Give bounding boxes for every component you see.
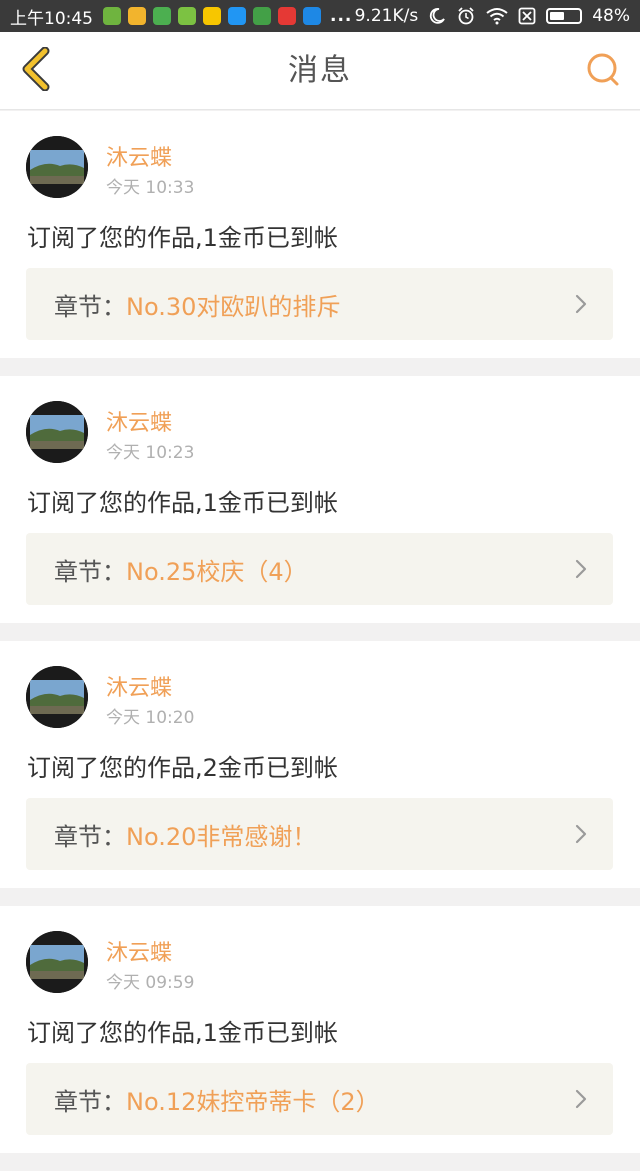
message-card: 沐云蝶 今天 10:23 订阅了您的作品,1金币已到帐 章节： No.25校庆（… bbox=[0, 376, 640, 623]
avatar[interactable] bbox=[26, 931, 88, 993]
chapter-title: No.25校庆（4） bbox=[126, 557, 308, 586]
chevron-right-icon bbox=[573, 557, 589, 581]
chapter-title: No.20非常感谢！ bbox=[126, 822, 317, 851]
message-time: 今天 10:23 bbox=[106, 443, 195, 463]
no-sim-icon bbox=[518, 7, 536, 25]
username[interactable]: 沐云蝶 bbox=[106, 140, 172, 172]
more-notifications: ... bbox=[330, 6, 353, 26]
battery-icon bbox=[546, 8, 583, 24]
chapter-link[interactable]: 章节： No.25校庆（4） bbox=[26, 533, 613, 605]
avatar[interactable] bbox=[26, 666, 88, 728]
message-time: 今天 10:33 bbox=[106, 178, 195, 198]
news-app-icon bbox=[278, 7, 296, 25]
message-card: 沐云蝶 今天 09:59 订阅了您的作品,1金币已到帐 章节： No.12妹控帝… bbox=[0, 906, 640, 1153]
chapter-label: 章节： bbox=[54, 1087, 126, 1116]
battery-percent: 48% bbox=[592, 6, 630, 26]
book-app-icon bbox=[153, 7, 171, 25]
moon-icon bbox=[428, 7, 446, 25]
chapter-label: 章节： bbox=[54, 292, 126, 321]
chat-app-icon bbox=[178, 7, 196, 25]
browser-app-icon bbox=[228, 7, 246, 25]
wifi-icon bbox=[486, 7, 508, 25]
username[interactable]: 沐云蝶 bbox=[106, 405, 172, 437]
message-text: 订阅了您的作品,1金币已到帐 bbox=[27, 1019, 338, 1047]
chevron-right-icon bbox=[573, 822, 589, 846]
username[interactable]: 沐云蝶 bbox=[106, 935, 172, 967]
message-text: 订阅了您的作品,2金币已到帐 bbox=[27, 754, 338, 782]
message-time: 今天 09:59 bbox=[106, 973, 195, 993]
ebook-app-icon bbox=[253, 7, 271, 25]
navigation-bar: 消息 bbox=[0, 32, 640, 110]
chapter-label: 章节： bbox=[54, 557, 126, 586]
message-text: 订阅了您的作品,1金币已到帐 bbox=[27, 224, 338, 252]
message-card: 沐云蝶 今天 10:33 订阅了您的作品,1金币已到帐 章节： No.30对欧趴… bbox=[0, 111, 640, 358]
search-button[interactable] bbox=[582, 50, 626, 94]
message-card: 沐云蝶 今天 10:20 订阅了您的作品,2金币已到帐 章节： No.20非常感… bbox=[0, 641, 640, 888]
message-time: 今天 10:20 bbox=[106, 708, 195, 728]
avatar[interactable] bbox=[26, 136, 88, 198]
network-speed: 9.21K/s bbox=[354, 6, 419, 26]
chapter-link[interactable]: 章节： No.12妹控帝蒂卡（2） bbox=[26, 1063, 613, 1135]
message-text: 订阅了您的作品,1金币已到帐 bbox=[27, 489, 338, 517]
chevron-right-icon bbox=[573, 1087, 589, 1111]
username[interactable]: 沐云蝶 bbox=[106, 670, 172, 702]
qr-app-icon bbox=[128, 7, 146, 25]
chapter-title: No.12妹控帝蒂卡（2） bbox=[126, 1087, 380, 1116]
page-title: 消息 bbox=[288, 53, 352, 88]
message-list: 沐云蝶 今天 10:33 订阅了您的作品,1金币已到帐 章节： No.30对欧趴… bbox=[0, 111, 640, 1171]
chapter-label: 章节： bbox=[54, 822, 126, 851]
chapter-link[interactable]: 章节： No.30对欧趴的排斥 bbox=[26, 268, 613, 340]
avatar[interactable] bbox=[26, 401, 88, 463]
status-app-icons: ... bbox=[103, 6, 352, 26]
alarm-icon bbox=[456, 6, 476, 26]
status-bar: 上午10:45 ... 9.21K/s 48% bbox=[0, 0, 640, 32]
search-icon bbox=[585, 51, 623, 93]
chapter-title: No.30对欧趴的排斥 bbox=[126, 292, 341, 321]
status-time: 上午10:45 bbox=[10, 8, 93, 29]
plant-app-icon bbox=[103, 7, 121, 25]
chevron-right-icon bbox=[573, 292, 589, 316]
taxi-app-icon bbox=[203, 7, 221, 25]
browser2-app-icon bbox=[303, 7, 321, 25]
chapter-link[interactable]: 章节： No.20非常感谢！ bbox=[26, 798, 613, 870]
